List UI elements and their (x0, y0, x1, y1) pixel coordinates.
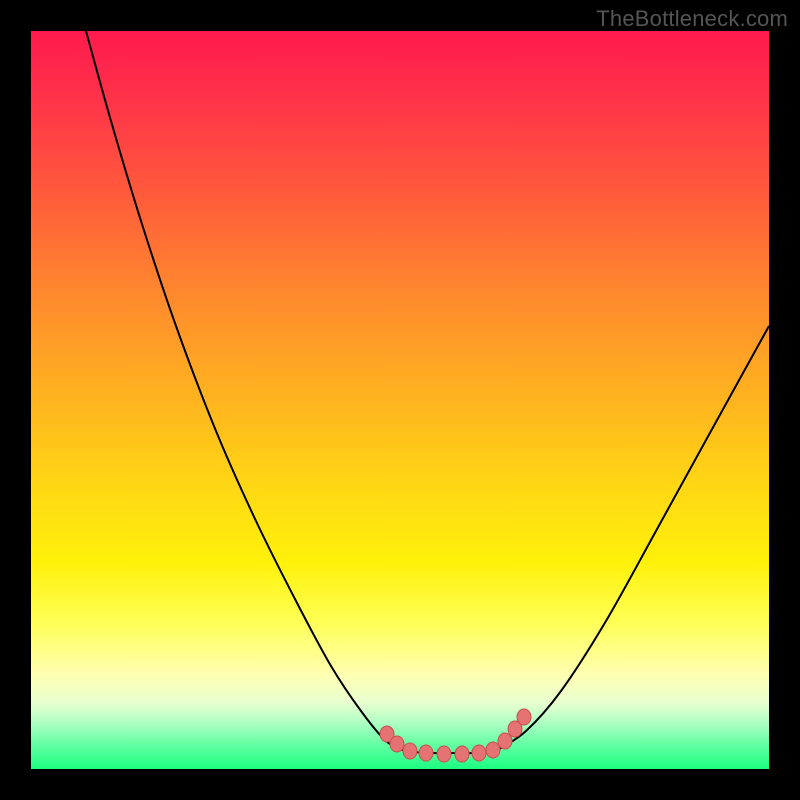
valley-marker (486, 742, 500, 758)
valley-marker (455, 746, 469, 762)
valley-marker (403, 743, 417, 759)
curve-right-branch (496, 326, 769, 751)
valley-marker (390, 736, 404, 752)
valley-marker (437, 746, 451, 762)
valley-marker (419, 745, 433, 761)
curve-group (86, 31, 769, 753)
valley-marker (517, 709, 531, 725)
curve-left-branch (86, 31, 405, 751)
plot-area (31, 31, 769, 769)
watermark-text: TheBottleneck.com (596, 6, 788, 32)
chart-frame: TheBottleneck.com (0, 0, 800, 800)
valley-marker (498, 733, 512, 749)
valley-markers (380, 709, 531, 762)
valley-marker (472, 745, 486, 761)
